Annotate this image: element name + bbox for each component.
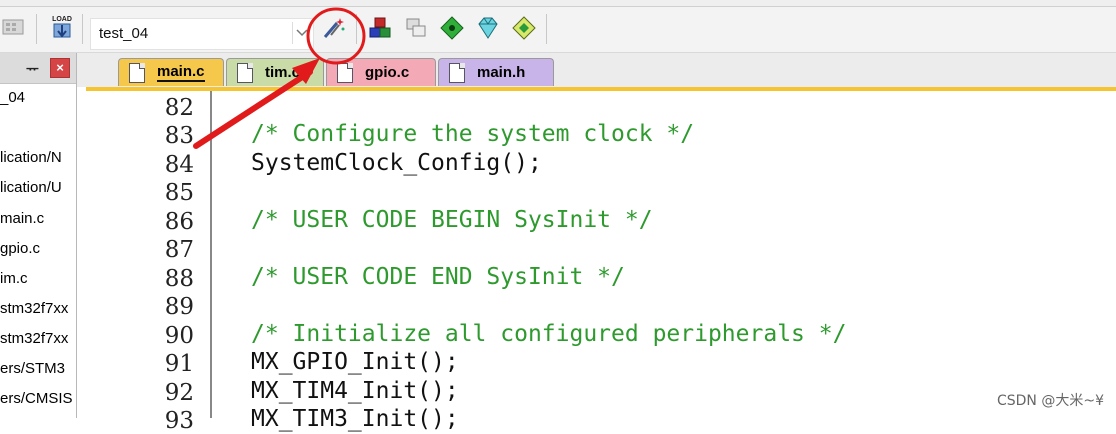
file-icon xyxy=(129,62,145,83)
tree-item[interactable]: lication/U xyxy=(0,179,62,196)
tab-label: main.h xyxy=(477,64,526,81)
line-number: 84 xyxy=(164,152,194,178)
toolbar-separator xyxy=(82,14,83,44)
tab-gpio-c[interactable]: gpio.c xyxy=(326,58,436,86)
tab-main-h[interactable]: main.h xyxy=(438,58,554,86)
tree-item[interactable]: stm32f7xx xyxy=(0,330,68,347)
project-panel: ᅲ × _04 lication/N lication/U main.c gpi… xyxy=(0,53,77,418)
load-label: LOAD xyxy=(52,16,72,23)
watermark: CSDN @大米~¥ xyxy=(996,393,1104,409)
code-line[interactable]: /* Configure the system clock */ xyxy=(251,121,694,147)
code-line[interactable]: MX_TIM3_Init(); xyxy=(251,406,459,432)
manage-components-icon[interactable] xyxy=(366,14,394,42)
line-number: 83 xyxy=(164,123,194,149)
download-load-button[interactable]: LOAD xyxy=(48,14,76,42)
toolbar: LOAD test_04 xyxy=(0,0,1116,53)
gem-icon[interactable] xyxy=(474,14,502,42)
green-diamond-icon[interactable] xyxy=(438,14,466,42)
line-number: 85 xyxy=(164,180,194,206)
line-number: 92 xyxy=(164,380,194,406)
tab-tim-c[interactable]: tim.c xyxy=(226,58,324,86)
line-number: 89 xyxy=(164,294,194,320)
tree-item[interactable]: stm32f7xx xyxy=(0,300,68,317)
pack-installer-icon[interactable] xyxy=(510,14,538,42)
close-icon[interactable]: × xyxy=(50,58,70,78)
toolbar-separator xyxy=(546,14,547,44)
line-number: 82 xyxy=(164,95,194,121)
chevron-down-icon[interactable] xyxy=(292,22,311,44)
target-select-value: test_04 xyxy=(99,25,149,42)
file-icon xyxy=(237,62,253,83)
toolbar-separator xyxy=(36,14,37,44)
tab-main-c[interactable]: main.c xyxy=(118,58,224,86)
line-number: 90 xyxy=(164,323,194,349)
line-number: 91 xyxy=(164,351,194,377)
target-select[interactable]: test_04 xyxy=(90,18,314,50)
copy-windows-icon[interactable] xyxy=(402,14,430,42)
line-number-gutter: 82 83 84 85 86 87 88 89 90 91 92 93 xyxy=(88,91,212,434)
code-line[interactable]: /* USER CODE END SysInit */ xyxy=(251,264,625,290)
toolbar-separator xyxy=(356,14,357,44)
code-line[interactable]: /* Initialize all configured peripherals… xyxy=(251,321,846,347)
project-panel-header: ᅲ × xyxy=(0,53,76,84)
tab-label: tim.c xyxy=(265,64,301,81)
line-number: 87 xyxy=(164,237,194,263)
pin-icon[interactable]: ᅲ xyxy=(26,59,39,79)
tree-item[interactable]: im.c xyxy=(0,270,28,287)
toolbar-top-border xyxy=(0,0,1116,7)
tree-item[interactable]: main.c xyxy=(0,210,44,227)
file-icon xyxy=(449,62,465,83)
tree-item[interactable]: ers/CMSIS xyxy=(0,390,73,407)
tree-item[interactable]: lication/N xyxy=(0,149,62,166)
code-line[interactable]: /* USER CODE BEGIN SysInit */ xyxy=(251,207,653,233)
file-icon xyxy=(337,62,353,83)
line-number: 93 xyxy=(164,408,194,434)
tab-label: main.c xyxy=(157,63,205,82)
tab-label: gpio.c xyxy=(365,64,410,81)
tree-item[interactable]: ers/STM3 xyxy=(0,360,65,377)
code-line[interactable]: MX_GPIO_Init(); xyxy=(251,349,459,375)
magic-wand-icon[interactable] xyxy=(320,14,348,42)
code-line[interactable]: MX_TIM4_Init(); xyxy=(251,378,459,404)
line-number: 88 xyxy=(164,266,194,292)
tree-item[interactable]: gpio.c xyxy=(0,240,40,257)
code-line[interactable]: SystemClock_Config(); xyxy=(251,150,542,176)
batch-build-icon[interactable] xyxy=(0,14,28,42)
line-number: 86 xyxy=(164,209,194,235)
tree-item[interactable]: _04 xyxy=(0,89,25,106)
